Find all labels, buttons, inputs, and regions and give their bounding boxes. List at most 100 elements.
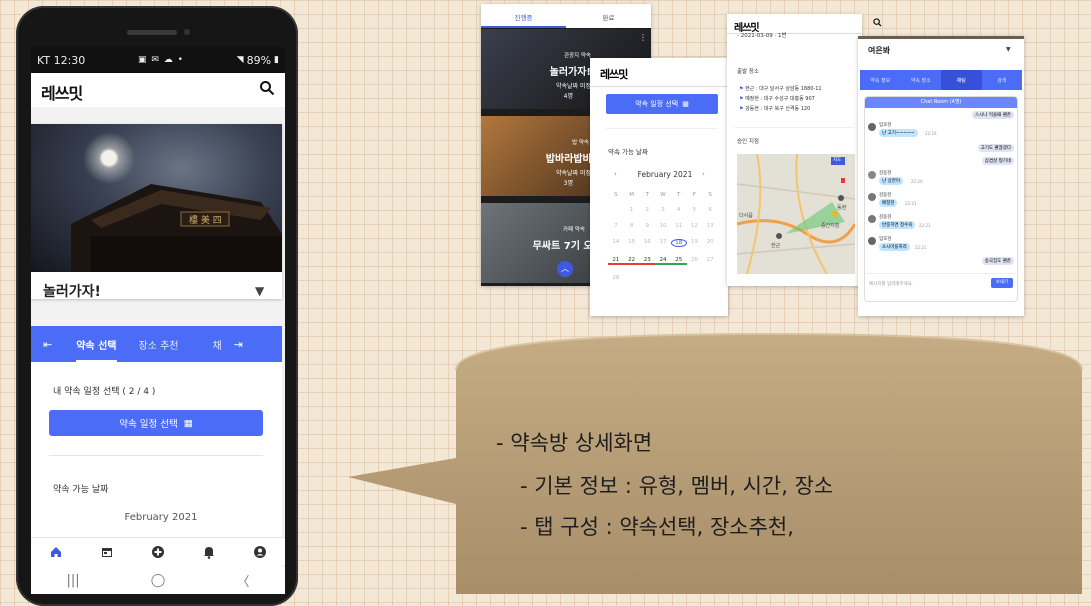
day-cell[interactable]: 1 xyxy=(624,207,640,213)
account-icon[interactable] xyxy=(253,545,267,559)
day-cell[interactable]: 22 xyxy=(623,257,640,265)
day-cell[interactable]: 19 xyxy=(687,239,703,247)
battery-icon: ▮ xyxy=(274,55,279,65)
select-schedule-button[interactable]: 약속 일정 선택 ▦ xyxy=(606,94,718,114)
avatar xyxy=(868,123,876,131)
more-vert-icon[interactable]: ⋮ xyxy=(639,33,647,42)
message-time: 22:16 xyxy=(925,131,937,136)
back-icon[interactable]: 〈 xyxy=(236,571,249,590)
chevron-left-icon[interactable]: ‹ xyxy=(614,170,617,178)
day-cell[interactable]: 6 xyxy=(702,207,718,213)
room-detail-content: 樓 美 四 놀러가자! ▼ ⇤ 약속 선택 장소 추천 채 ⇥ 내 약속 일정 … xyxy=(31,107,285,567)
tab-schedule[interactable]: 약속 선택 xyxy=(76,327,117,362)
app-bar: 레쓰밋 xyxy=(31,73,285,107)
day-cell[interactable]: 24 xyxy=(655,257,671,265)
calendar-days: 123456 7 8 9 10 11 12 13 14 15 16 17 18 19 20 21 22 23… xyxy=(608,207,718,281)
weekday-row: SMTWTFS xyxy=(614,192,712,198)
map-illustration xyxy=(737,154,855,274)
bubble-line-basic-info: - 기본 정보 : 유형, 멤버, 시간, 장소 xyxy=(520,474,834,498)
tab-next-icon[interactable]: ⇥ xyxy=(234,338,243,351)
day-cell[interactable]: 25 xyxy=(670,257,687,265)
day-cell[interactable]: 21 xyxy=(608,257,624,265)
room-members: 3명 xyxy=(563,180,573,187)
chevron-down-icon[interactable]: ▼ xyxy=(1006,46,1011,53)
speech-bubble xyxy=(348,332,1083,594)
map-label: 다사읍 xyxy=(739,213,753,219)
day-cell[interactable]: 16 xyxy=(639,239,655,247)
day-cell[interactable]: 9 xyxy=(639,223,655,229)
tab-chat[interactable]: 채 xyxy=(213,337,222,352)
add-circle-icon[interactable] xyxy=(151,545,165,559)
calendar-icon[interactable] xyxy=(100,545,114,559)
tab-in-progress[interactable]: 진행중 xyxy=(481,4,566,28)
status-carrier-time: KT 12:30 xyxy=(37,53,86,67)
sender-name: 김동현 xyxy=(879,193,892,198)
meeting-date: - 2021-03-09 · 1번 xyxy=(737,33,787,39)
day-cell[interactable]: 12 xyxy=(687,223,703,229)
screenshot-place-info: 레쓰밋 - 2021-03-09 · 1번 출발 장소 ⚑ 현근 : 대구 달서… xyxy=(727,14,862,286)
room-title: 놀러가자! xyxy=(43,284,101,300)
home-button-icon[interactable]: ◯ xyxy=(151,573,166,588)
chevron-right-icon[interactable]: › xyxy=(702,170,705,178)
tab-info[interactable]: 약속 정보 xyxy=(860,70,901,90)
tab-prev-icon[interactable]: ⇤ xyxy=(43,338,52,351)
chat-header: Chat Room (4명) xyxy=(865,97,1017,108)
home-icon[interactable] xyxy=(49,545,63,559)
day-cell[interactable]: 7 xyxy=(608,223,624,229)
sender-name: 김동현 xyxy=(879,171,892,176)
map-view[interactable]: 지도 다사읍 한근 중간지점 동현 xyxy=(737,154,855,274)
flag-icon: ⚑ xyxy=(739,106,744,112)
search-icon[interactable] xyxy=(873,18,882,27)
day-cell-today[interactable]: 18 xyxy=(670,239,687,247)
room-badge: 관광지 약속 xyxy=(563,53,591,59)
calendar-icon: ▦ xyxy=(682,100,689,108)
scroll-up-icon[interactable]: ︿ xyxy=(557,261,573,277)
sender-name: 김동현 xyxy=(879,215,892,220)
divider xyxy=(590,86,728,87)
photo-strip xyxy=(858,36,1024,39)
map-label: 동현 xyxy=(837,205,847,211)
app-logo[interactable]: 레쓰밋 xyxy=(41,80,83,104)
day-cell[interactable]: 26 xyxy=(687,257,703,265)
calendar-grid: SMTWTFS 123456 7 8 9 10 11 12 13 14 15 16 17 18 19 2… xyxy=(608,192,718,281)
tab-place[interactable]: 약속 장소 xyxy=(901,70,942,90)
day-cell[interactable]: 13 xyxy=(702,223,718,229)
day-cell[interactable]: 28 xyxy=(608,275,624,281)
departure-item: ⚑ 강동현 : 대구 북구 산격동 120 xyxy=(739,106,811,112)
bell-icon[interactable] xyxy=(202,545,216,559)
day-cell[interactable]: 23 xyxy=(639,257,656,265)
divider xyxy=(735,127,854,128)
divider xyxy=(606,128,718,129)
chevron-down-icon[interactable]: ▼ xyxy=(255,284,264,298)
avatar xyxy=(868,237,876,245)
map-type-button[interactable]: 지도 xyxy=(833,157,841,163)
tab-completed[interactable]: 완료 xyxy=(566,4,651,28)
tab-chat[interactable]: 채팅 xyxy=(941,70,982,90)
room-list-tabs: 진행중 완료 xyxy=(481,4,651,28)
day-cell[interactable]: 3 xyxy=(655,207,671,213)
day-cell[interactable]: 2 xyxy=(639,207,655,213)
day-cell[interactable]: 15 xyxy=(624,239,640,247)
day-cell[interactable]: 4 xyxy=(671,207,687,213)
day-cell[interactable]: 20 xyxy=(702,239,718,247)
day-cell[interactable]: 5 xyxy=(687,207,703,213)
day-cell[interactable]: 10 xyxy=(655,223,671,229)
day-cell[interactable]: 14 xyxy=(608,239,624,247)
message-input[interactable]: 메시지를 입력해주세요. xyxy=(869,281,913,287)
day-cell[interactable]: 17 xyxy=(655,239,671,247)
search-icon[interactable] xyxy=(259,80,275,96)
recommend-label: 승인 지점 xyxy=(737,139,759,145)
tab-place-recommend[interactable]: 장소 추천 xyxy=(139,337,179,352)
tab-search[interactable]: 검색 xyxy=(982,70,1023,90)
send-button[interactable]: 보내기 xyxy=(991,278,1013,288)
day-cell[interactable] xyxy=(608,207,624,213)
room-members: 4명 xyxy=(563,93,573,100)
chat-room: Chat Room (4명) 스시나 먹을때 괜춘 엄호현 난 고기~~~~~ … xyxy=(864,96,1018,302)
day-cell[interactable]: 11 xyxy=(671,223,687,229)
day-cell[interactable]: 27 xyxy=(702,257,718,265)
room-date: 약속날짜 미정 xyxy=(555,83,591,90)
recent-apps-icon[interactable]: ||| xyxy=(67,573,80,588)
select-schedule-button[interactable]: 약속 일정 선택 ▦ xyxy=(49,410,263,436)
day-cell[interactable]: 8 xyxy=(624,223,640,229)
calendar-month: February 2021 xyxy=(637,170,693,179)
